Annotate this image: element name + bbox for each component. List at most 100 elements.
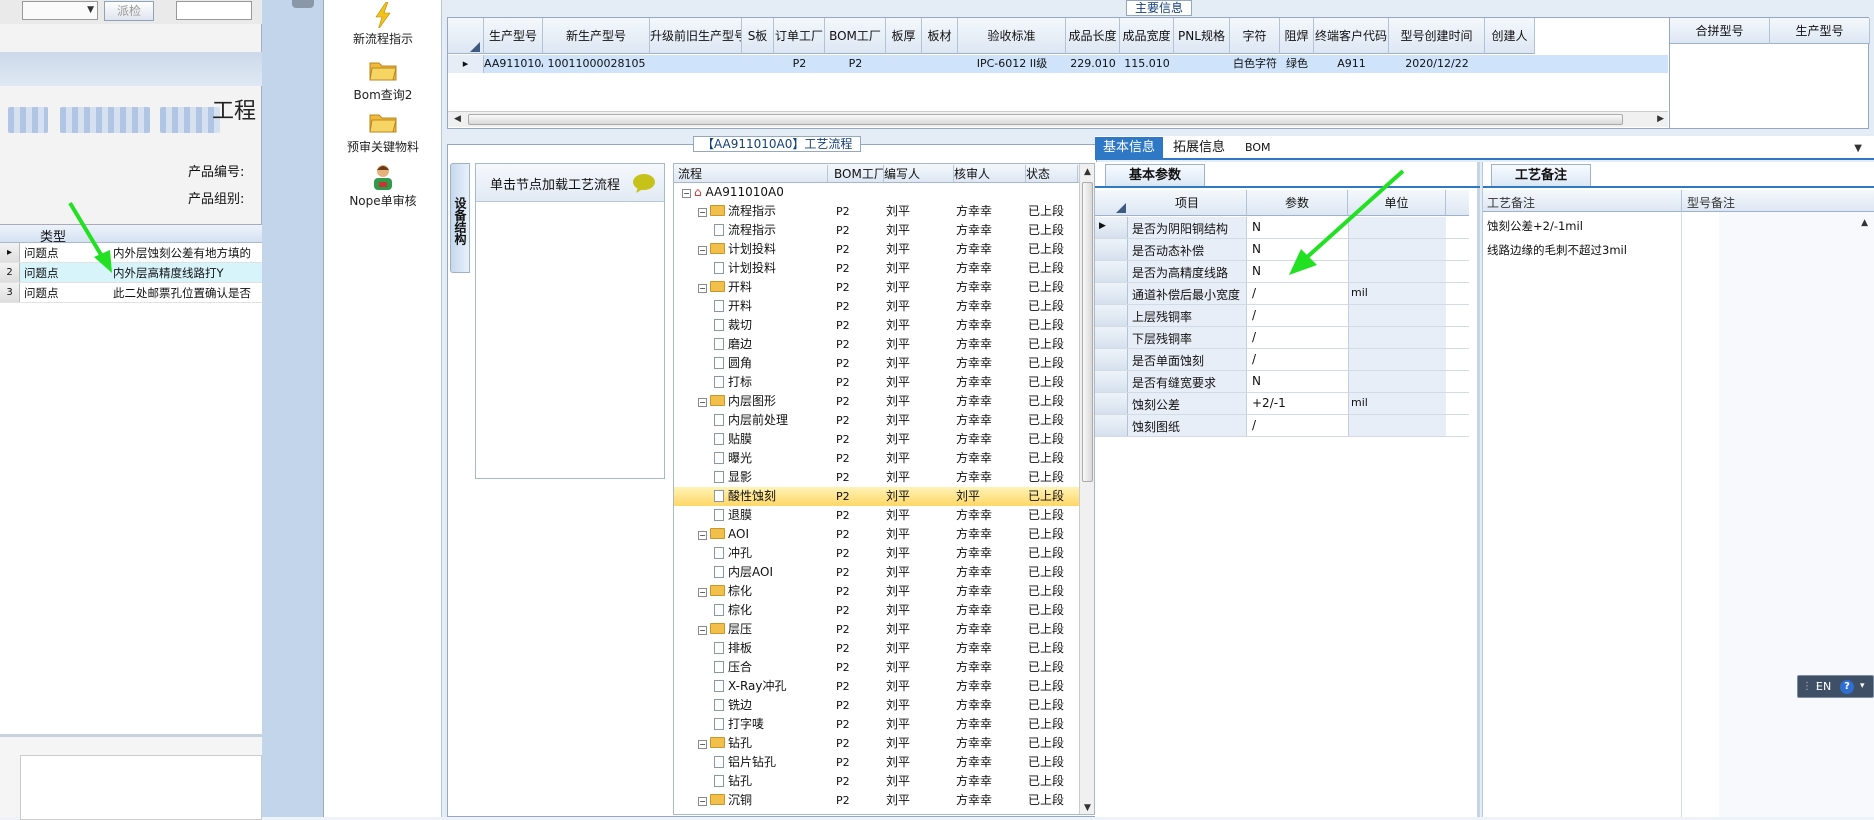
ime-indicator[interactable]: ⋮⋮ EN ? ▾ — [1797, 675, 1874, 698]
main-info-cell[interactable] — [922, 55, 958, 73]
scroll-right-icon[interactable]: ▶ — [1657, 114, 1664, 124]
tree-row[interactable]: 退膜 P2 刘平 方幸幸 已上段 — [674, 506, 1079, 525]
main-col-header[interactable]: BOM工厂 — [825, 18, 886, 54]
tree-row[interactable]: 显影 P2 刘平 方幸幸 已上段 — [674, 468, 1079, 487]
param-value[interactable]: N — [1252, 242, 1348, 256]
tree-col-header[interactable]: 流程 — [678, 165, 828, 182]
main-info-cell[interactable]: A911 — [1314, 55, 1389, 73]
main-info-cell[interactable]: 229.010 — [1066, 55, 1120, 73]
main-col-header[interactable]: 板厚 — [886, 18, 922, 54]
tree-row[interactable]: 圆角 P2 刘平 方幸幸 已上段 — [674, 354, 1079, 373]
tool-icon[interactable] — [292, 0, 314, 8]
tree-row[interactable]: − 流程指示 P2 刘平 方幸幸 已上段 — [674, 202, 1079, 221]
tree-row[interactable]: 打字唛 P2 刘平 方幸幸 已上段 — [674, 715, 1079, 734]
main-info-cell[interactable]: 115.010 — [1120, 55, 1174, 73]
merge-model-header[interactable]: 合拼型号 — [1670, 18, 1770, 44]
main-col-header[interactable]: 成品宽度 — [1120, 18, 1174, 54]
tree-row[interactable]: 磨边 P2 刘平 方幸幸 已上段 — [674, 335, 1079, 354]
tree-row[interactable]: − 计划投料 P2 刘平 方幸幸 已上段 — [674, 240, 1079, 259]
row-indicator[interactable] — [1095, 261, 1128, 282]
tree-row[interactable]: − 层压 P2 刘平 方幸幸 已上段 — [674, 620, 1079, 639]
param-value[interactable]: / — [1252, 418, 1348, 432]
tree-row[interactable]: − 钻孔 P2 刘平 方幸幸 已上段 — [674, 734, 1079, 753]
main-info-cell[interactable]: 2020/12/22 — [1389, 55, 1485, 73]
nav-lightning-button[interactable]: 新流程指示 — [324, 2, 442, 47]
tree-vscrollbar[interactable]: ▲ ▼ — [1079, 164, 1094, 814]
value-column-header[interactable]: 参数 — [1247, 190, 1348, 216]
tree-col-header[interactable]: 状态 — [1026, 165, 1078, 182]
main-info-cell[interactable]: P2 — [825, 55, 886, 73]
row-indicator[interactable]: ▶ — [1095, 217, 1128, 238]
tree-row[interactable]: − AOI P2 刘平 方幸幸 已上段 — [674, 525, 1079, 544]
main-info-cell[interactable]: IPC-6012 II级 — [958, 55, 1066, 73]
param-value[interactable]: +2/-1 — [1252, 396, 1348, 410]
main-info-cell[interactable] — [1174, 55, 1230, 73]
collapse-icon[interactable]: − — [698, 208, 707, 217]
param-row[interactable]: 通道补偿后最小宽度 / mil — [1095, 283, 1469, 305]
tree-row[interactable]: 贴膜 P2 刘平 方幸幸 已上段 — [674, 430, 1079, 449]
tree-row[interactable]: − 内层图形 P2 刘平 方幸幸 已上段 — [674, 392, 1079, 411]
process-notes-tab[interactable]: 工艺备注 — [1491, 164, 1591, 186]
param-row[interactable]: ▶ 是否为阴阳铜结构 N — [1095, 217, 1469, 239]
tree-row[interactable]: 压合 P2 刘平 方幸幸 已上段 — [674, 658, 1079, 677]
tree-row[interactable]: 酸性蚀刻 P2 刘平 刘平 已上段 — [674, 487, 1079, 506]
row-indicator[interactable] — [1095, 305, 1128, 326]
tree-root[interactable]: − ⌂ AA911010A0 — [674, 183, 1079, 202]
param-value[interactable]: / — [1252, 308, 1348, 322]
main-info-cell[interactable] — [886, 55, 922, 73]
main-info-cell[interactable] — [650, 55, 742, 73]
tree-row[interactable]: − 沉铜 P2 刘平 方幸幸 已上段 — [674, 791, 1079, 810]
nav-folder-button[interactable]: Bom查询2 — [324, 58, 442, 103]
scroll-left-icon[interactable]: ◀ — [454, 114, 461, 124]
main-info-cell[interactable] — [1485, 55, 1535, 73]
main-info-cell[interactable]: P2 — [774, 55, 825, 73]
scroll-up-icon[interactable]: ▲ — [1084, 167, 1091, 177]
param-row[interactable]: 是否动态补偿 N — [1095, 239, 1469, 261]
main-col-header[interactable]: 阻焊 — [1280, 18, 1314, 54]
main-col-header[interactable]: 生产型号 — [484, 18, 543, 54]
param-row[interactable]: 是否单面蚀刻 / — [1095, 349, 1469, 371]
issue-row[interactable]: 2 问题点 内外层高精度线路打Y — [0, 263, 262, 283]
basic-params-tab[interactable]: 基本参数 — [1105, 164, 1205, 186]
collapse-icon[interactable]: − — [698, 797, 707, 806]
tree-row[interactable]: 曝光 P2 刘平 方幸幸 已上段 — [674, 449, 1079, 468]
tree-col-header[interactable]: BOM工厂 — [834, 165, 884, 182]
tree-row[interactable]: 铝片钻孔 P2 刘平 方幸幸 已上段 — [674, 753, 1079, 772]
main-col-header[interactable]: 验收标准 — [958, 18, 1066, 54]
scroll-down-icon[interactable]: ▼ — [1084, 803, 1091, 813]
nav-folder-button[interactable]: 预审关键物料 — [324, 110, 442, 155]
ime-language[interactable]: EN — [1816, 676, 1831, 697]
param-value[interactable]: / — [1252, 286, 1348, 300]
ime-options-icon[interactable]: ▾ — [1860, 676, 1865, 697]
tab-0[interactable]: 基本信息 — [1095, 137, 1164, 159]
param-row[interactable]: 蚀刻公差 +2/-1 mil — [1095, 393, 1469, 415]
tree-row[interactable]: 钻孔 P2 刘平 方幸幸 已上段 — [674, 772, 1079, 791]
tree-row[interactable]: X-Ray冲孔 P2 刘平 方幸幸 已上段 — [674, 677, 1079, 696]
collapse-icon[interactable]: − — [682, 189, 691, 198]
issue-row[interactable]: 3 问题点 此二处邮票孔位置确认是否 — [0, 283, 262, 303]
collapse-icon[interactable]: − — [698, 284, 707, 293]
row-indicator[interactable] — [1095, 327, 1128, 348]
main-info-cell[interactable] — [742, 55, 774, 73]
chevron-down-icon[interactable]: ▼ — [87, 5, 94, 15]
main-hscrollbar[interactable]: ◀ ▶ — [448, 111, 1668, 127]
scroll-up-icon[interactable]: ▲ — [1861, 218, 1868, 228]
search-field[interactable] — [176, 1, 252, 20]
main-info-cell[interactable]: 白色字符 — [1230, 55, 1280, 73]
collapse-icon[interactable]: − — [698, 626, 707, 635]
issue-row[interactable]: ▸ 问题点 内外层蚀刻公差有地方填的 — [0, 243, 262, 263]
process-notes-text[interactable]: 蚀刻公差+2/-1mil 线路边缘的毛刺不超过3mil — [1487, 214, 1627, 262]
lower-textbox[interactable] — [20, 755, 262, 820]
row-indicator[interactable] — [1095, 283, 1128, 304]
tree-row[interactable]: 排板 P2 刘平 方幸幸 已上段 — [674, 639, 1079, 658]
tree-row[interactable]: − 棕化 P2 刘平 方幸幸 已上段 — [674, 582, 1079, 601]
model-notes-column[interactable]: 型号备注 — [1687, 194, 1735, 211]
main-col-header[interactable]: 创建人 — [1485, 18, 1535, 54]
main-info-cell[interactable]: 10011000028105 — [543, 55, 650, 73]
process-notes-column[interactable]: 工艺备注 — [1487, 194, 1535, 211]
row-indicator[interactable] — [1095, 415, 1128, 436]
item-column-header[interactable]: 项目 — [1128, 190, 1247, 216]
tree-row[interactable]: 内层前处理 P2 刘平 方幸幸 已上段 — [674, 411, 1079, 430]
collapse-icon[interactable]: − — [698, 588, 707, 597]
main-col-header[interactable]: 型号创建时间 — [1389, 18, 1485, 54]
